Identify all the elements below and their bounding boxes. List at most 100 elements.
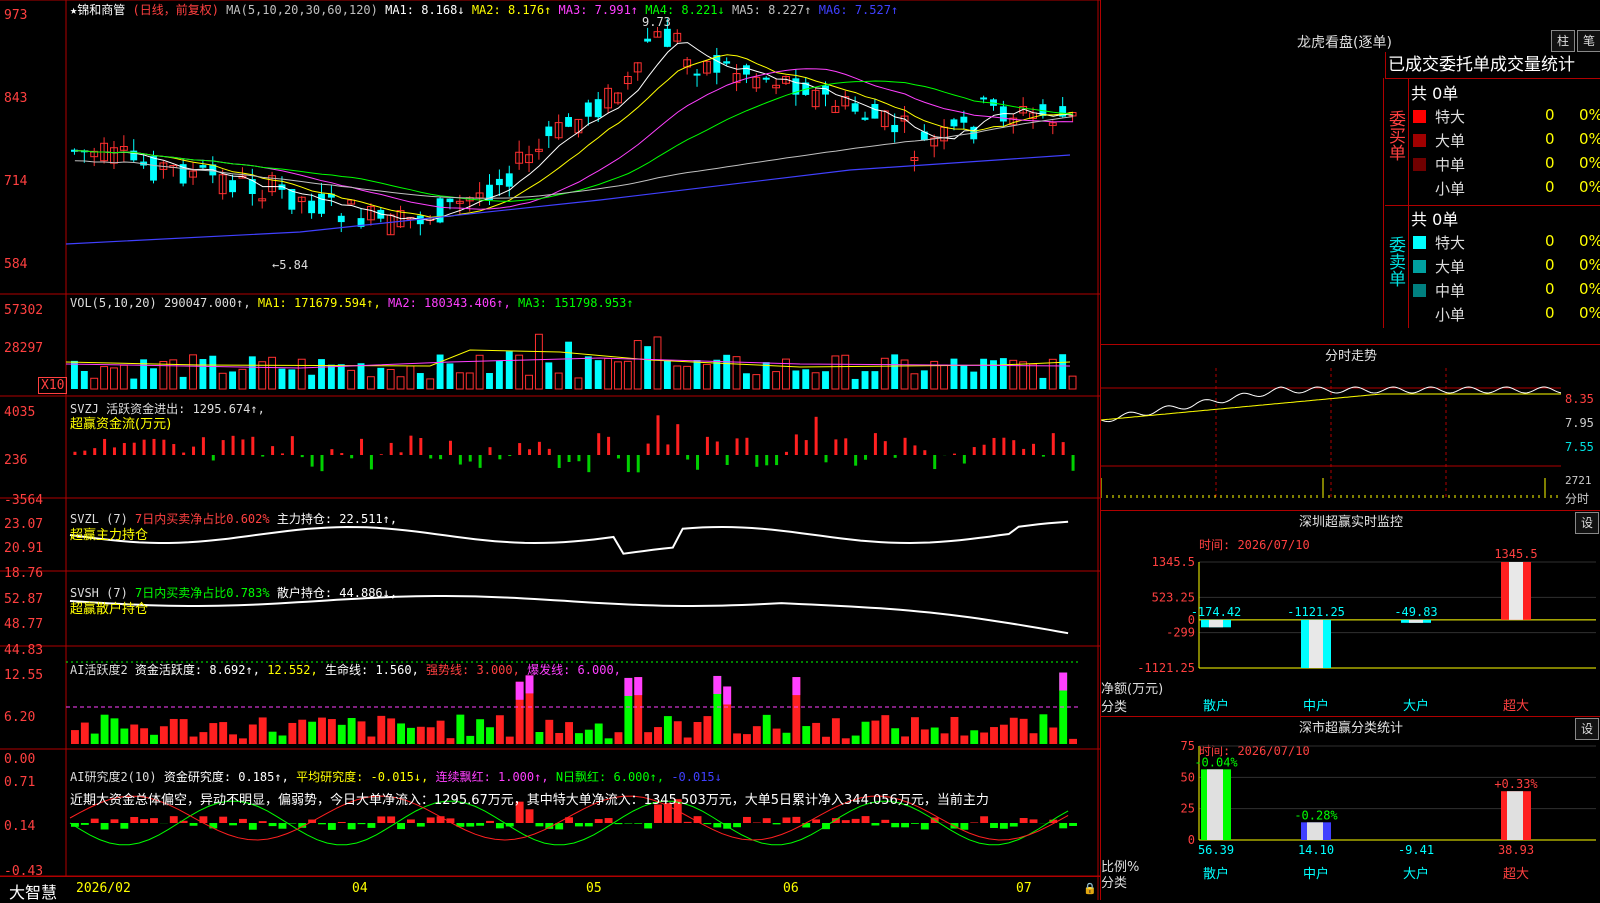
research-bar bbox=[496, 823, 504, 828]
bar-mode-button[interactable]: 柱 bbox=[1551, 30, 1575, 52]
activity-bar bbox=[970, 730, 978, 744]
activity-bar bbox=[328, 719, 336, 744]
research-bar bbox=[476, 823, 484, 826]
research-bar bbox=[783, 817, 791, 823]
activity-bar bbox=[1000, 725, 1008, 744]
buy-total: 共 0单 bbox=[1411, 80, 1458, 104]
tick-mode-button[interactable]: 笔 bbox=[1577, 30, 1600, 52]
longhu-title: 龙虎看盘(逐单) bbox=[1297, 32, 1392, 52]
sz-monitor-bar-highlight bbox=[1509, 562, 1523, 620]
volume-bar bbox=[1000, 358, 1007, 389]
activity-bar bbox=[298, 720, 306, 744]
intraday-panel[interactable]: 分时走势 8.35 7.95 7.55 2721 分时 bbox=[1101, 344, 1600, 511]
ai-active-label: AI活跃度2 bbox=[70, 663, 128, 677]
volume-bar bbox=[605, 358, 612, 389]
sz-monitor-y-tick: 1345.5 bbox=[1152, 555, 1195, 569]
svzl-tick-3: 18.76 bbox=[4, 566, 43, 581]
svsh-pct: 7日内买卖净占比0.783% bbox=[135, 586, 270, 600]
volume-bar bbox=[120, 365, 127, 389]
volume-bar bbox=[476, 355, 483, 389]
activity-bar bbox=[832, 718, 840, 744]
volume-bar bbox=[941, 365, 948, 389]
activity-bar bbox=[476, 719, 484, 744]
sz-class-value-label: 56.39 bbox=[1198, 843, 1234, 857]
kline-chart-area[interactable]: ★锦和商管 (日线，前复权) MA(5,10,20,30,60,120) MA1… bbox=[0, 0, 1100, 900]
activity-bar-peak bbox=[624, 678, 632, 696]
activity-bar bbox=[773, 729, 781, 744]
sell-s-pct: 0% bbox=[1579, 304, 1600, 322]
activity-bar bbox=[703, 716, 711, 744]
volume-bar bbox=[447, 363, 454, 389]
volume-bar bbox=[367, 377, 374, 389]
buy-row-s: 小单 0 0% bbox=[1409, 176, 1600, 200]
activity-bar bbox=[644, 732, 652, 744]
ai-active-v1: 资金活跃度: 8.692↑, bbox=[135, 663, 260, 677]
research-bar bbox=[229, 823, 237, 825]
volume-bar bbox=[427, 379, 434, 389]
vol-unit: X10 bbox=[38, 377, 67, 394]
research-bar bbox=[575, 823, 583, 826]
sz-monitor-bar-label: 1345.5 bbox=[1494, 547, 1537, 561]
intraday-chart[interactable] bbox=[1101, 368, 1600, 508]
svzj-tick-3: -3564 bbox=[4, 493, 43, 508]
candle-body bbox=[199, 165, 206, 168]
sz-monitor-y-tick: -1121.25 bbox=[1137, 661, 1195, 675]
research-bar bbox=[644, 823, 652, 828]
volume-bar bbox=[871, 371, 878, 389]
sz-class-panel: 深市超赢分类统计 设 时间: 2026/07/10 比例% 分类 7550250… bbox=[1101, 716, 1600, 900]
research-bar bbox=[921, 823, 929, 829]
volume-bar bbox=[407, 366, 414, 389]
buy-xl-pct: 0% bbox=[1579, 106, 1600, 124]
volume-bar bbox=[634, 341, 641, 389]
sz-monitor-category-label: 中户 bbox=[1303, 698, 1329, 714]
activity-bar bbox=[990, 727, 998, 744]
candle-body bbox=[664, 29, 671, 47]
date-tick-1: 2026/02 bbox=[76, 881, 131, 896]
research-bar bbox=[1010, 823, 1018, 827]
volume-bar bbox=[219, 373, 226, 389]
volume-bar bbox=[753, 375, 760, 389]
ai-active-tick-2: 6.20 bbox=[4, 710, 35, 725]
activity-bar bbox=[575, 733, 583, 744]
volume-bar bbox=[674, 366, 681, 389]
svsh-tick-3: 44.83 bbox=[4, 643, 43, 658]
volume-bar bbox=[348, 370, 355, 389]
research-bar bbox=[219, 817, 227, 823]
activity-bar bbox=[496, 715, 504, 744]
activity-bar bbox=[367, 737, 375, 744]
longhu-panel: 龙虎看盘(逐单) 柱 笔 已成交委托单成交量统计 委买单 委卖单 共 0单 共 … bbox=[1101, 0, 1600, 345]
ma5-value: MA5: 8.227↑ bbox=[732, 3, 811, 17]
sell-xl-name: 特大 bbox=[1435, 232, 1465, 253]
volume-bar bbox=[792, 370, 799, 389]
research-bar bbox=[871, 823, 879, 826]
research-bar bbox=[585, 823, 593, 826]
price-mode[interactable]: (日线，前复权) bbox=[132, 3, 218, 17]
ma-label: MA(5,10,20,30,60,120) bbox=[226, 3, 378, 17]
research-bar bbox=[852, 819, 860, 823]
volume-bar bbox=[338, 364, 345, 389]
lock-icon[interactable]: 🔒 bbox=[1083, 882, 1097, 895]
volume-bar bbox=[1030, 364, 1037, 389]
ai-active-tick-1: 12.55 bbox=[4, 668, 43, 683]
stock-title[interactable]: ★锦和商管 bbox=[70, 3, 125, 17]
volume-bar bbox=[496, 361, 503, 389]
activity-bar bbox=[150, 735, 158, 744]
activity-bar bbox=[427, 727, 435, 744]
buy-xl-count: 0 bbox=[1545, 106, 1555, 124]
longhu-tabs[interactable]: 已成交委托单成交量统计 bbox=[1385, 52, 1600, 79]
sell-xl-pct: 0% bbox=[1579, 232, 1600, 250]
activity-bar bbox=[595, 724, 603, 744]
sell-m-name: 中单 bbox=[1435, 280, 1465, 301]
kline-canvas[interactable] bbox=[0, 0, 1100, 900]
activity-bar bbox=[81, 723, 89, 744]
activity-bar bbox=[229, 734, 237, 744]
activity-bar bbox=[1030, 733, 1038, 744]
volume-bar bbox=[723, 355, 730, 389]
intraday-vol-label: 2721 bbox=[1565, 474, 1592, 487]
volume-bar bbox=[644, 346, 651, 389]
candle-body bbox=[506, 173, 513, 186]
sz-class-bar-highlight bbox=[1307, 822, 1323, 840]
app-logo[interactable]: 大智慧 bbox=[0, 879, 66, 903]
volume-bar bbox=[288, 369, 295, 389]
activity-bar bbox=[190, 737, 198, 744]
